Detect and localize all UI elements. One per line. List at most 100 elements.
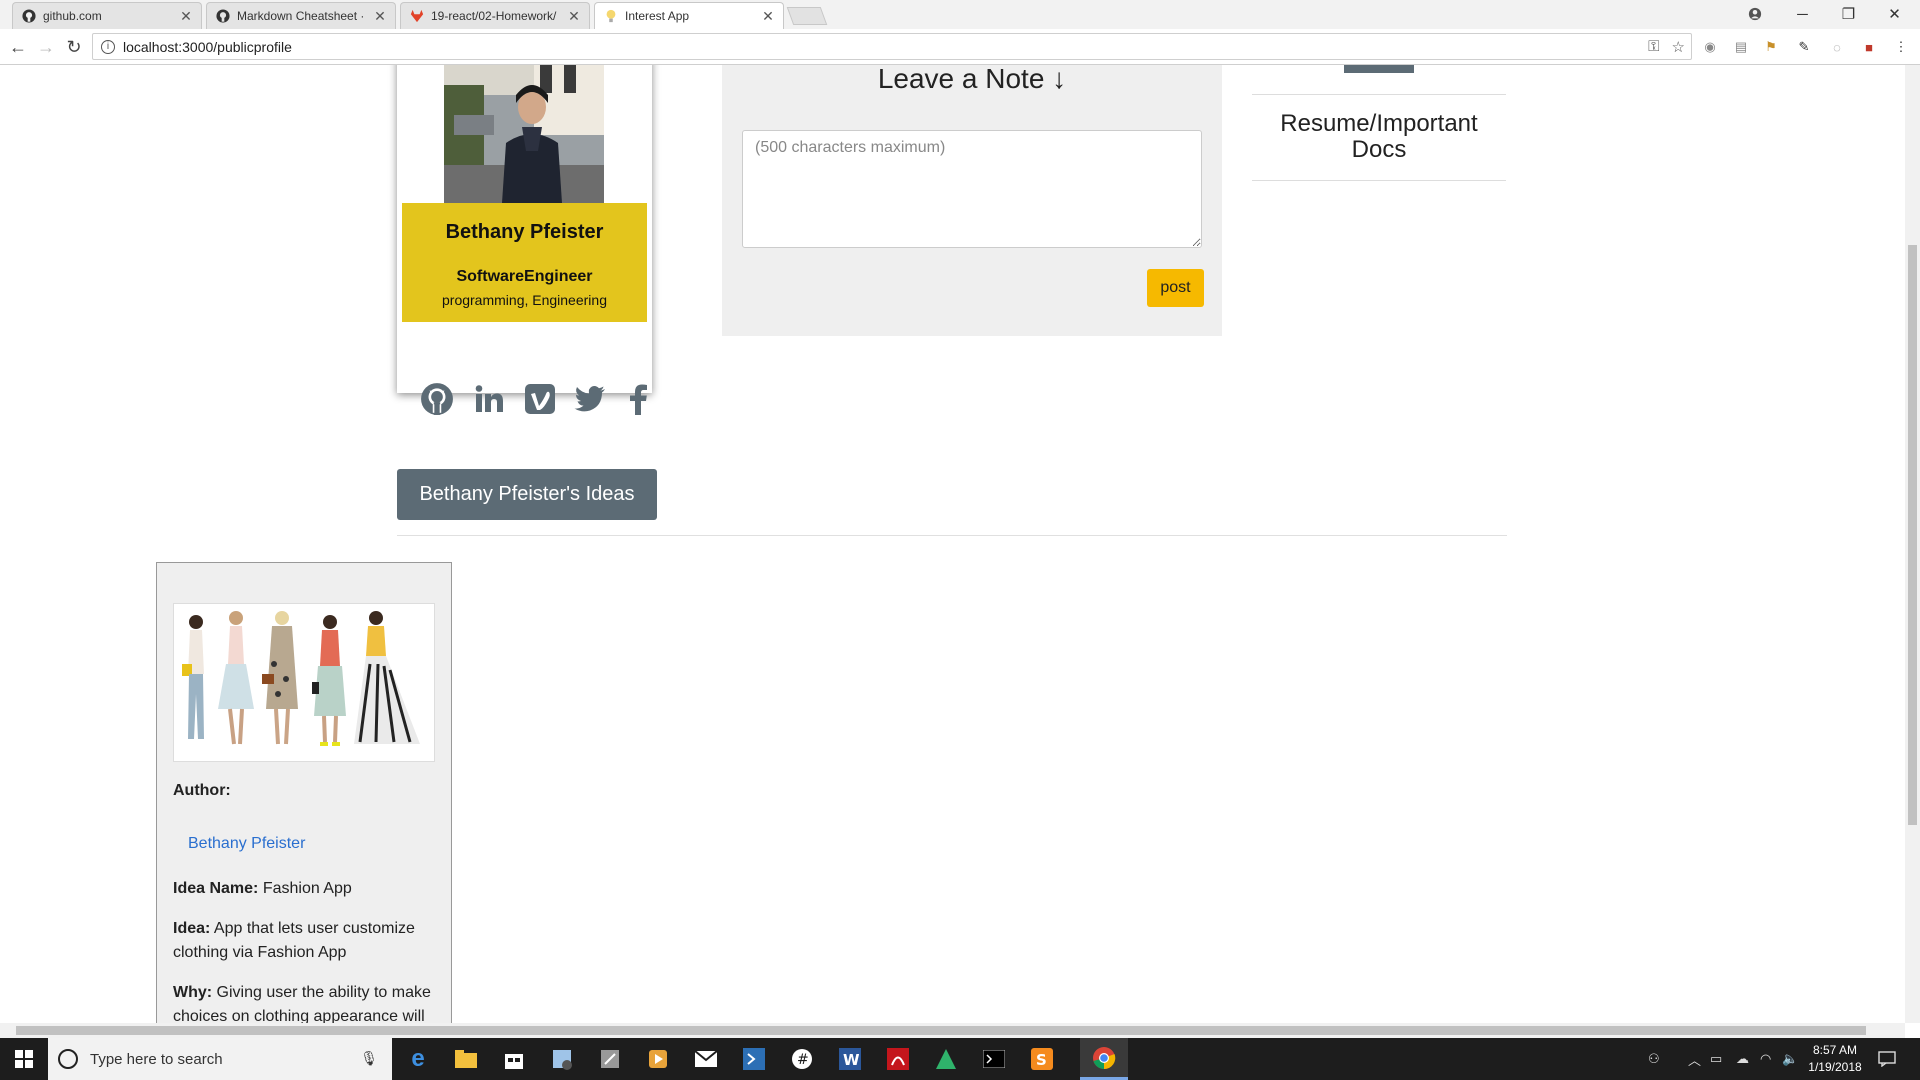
profile-photo [444,65,604,203]
github-icon [215,8,231,24]
idea-image [173,603,435,762]
post-button[interactable]: post [1147,269,1204,307]
word-icon[interactable]: W [826,1038,874,1080]
taskbar-search-box[interactable]: Type here to search 🎙 [48,1038,392,1080]
terminal-icon[interactable] [970,1038,1018,1080]
forward-icon[interactable]: → [34,35,58,59]
media-player-icon[interactable] [634,1038,682,1080]
browser-tab-strip: github.com ✕ Markdown Cheatsheet · ✕ 19-… [0,0,1920,29]
edge-icon[interactable]: e [394,1038,442,1080]
settings-app-icon[interactable] [586,1038,634,1080]
browser-tab-gitlab[interactable]: 19-react/02-Homework/ ✕ [400,2,590,29]
resume-tab-button[interactable] [1344,65,1414,73]
info-icon[interactable]: i [101,39,115,54]
chrome-menu-icon[interactable]: ⋮ [1892,39,1910,55]
reload-icon[interactable]: ↻ [62,35,86,59]
back-icon[interactable]: ← [6,35,30,59]
chrome-icon[interactable] [1080,1038,1128,1080]
onedrive-icon[interactable]: ☁ [1736,1038,1749,1080]
extension-icon[interactable]: ⚑ [1762,39,1780,55]
browser-tab-markdown[interactable]: Markdown Cheatsheet · ✕ [206,2,396,29]
extension-icon[interactable]: ◌ [1828,39,1846,55]
extension-icon[interactable]: ◉ [1701,39,1719,55]
lightbulb-icon [603,8,619,24]
volume-icon[interactable]: 🔈 [1782,1038,1798,1080]
battery-icon[interactable]: ▭ [1710,1038,1722,1080]
vs-code-icon[interactable] [730,1038,778,1080]
resume-link[interactable]: Resume/Important Docs [1252,94,1506,181]
tab-title: Markdown Cheatsheet · [237,9,365,23]
microphone-icon[interactable]: 🎙 [360,1050,378,1067]
horizontal-scrollbar[interactable] [0,1023,1905,1038]
profile-info-panel: Bethany Pfeister SoftwareEngineer progra… [402,203,647,322]
idea-description-row: Idea: App that lets user customize cloth… [173,920,415,961]
github-icon[interactable] [419,380,455,418]
address-bar[interactable]: i localhost:3000/publicprofile ⚿ ☆ [92,33,1692,60]
author-label: Author: [173,782,231,799]
idea-why-row: Why: Giving user the ability to make cho… [173,984,431,1023]
sql-app-icon[interactable] [538,1038,586,1080]
clock-time: 8:57 AM [1812,1043,1858,1057]
browser-tab-github[interactable]: github.com ✕ [12,2,202,29]
svg-text:#: # [797,1052,809,1068]
restore-icon[interactable]: ❐ [1826,0,1871,28]
acrobat-icon[interactable] [874,1038,922,1080]
facebook-icon[interactable] [620,380,656,418]
note-panel: Leave a Note ↓ post [722,65,1222,336]
tab-title: Interest App [625,9,690,23]
action-center-icon[interactable] [1878,1038,1896,1080]
slack-icon[interactable]: # [778,1038,826,1080]
profile-title: SoftwareEngineer [456,268,593,285]
extension-icon[interactable]: ■ [1860,39,1878,55]
gitkraken-icon[interactable] [922,1038,970,1080]
close-tab-icon[interactable]: ✕ [567,8,581,25]
horizontal-scroll-thumb[interactable] [16,1026,1866,1035]
vimeo-icon[interactable] [522,380,558,418]
browser-tab-interest-app[interactable]: Interest App ✕ [594,2,784,29]
section-divider [397,535,1507,536]
new-tab-button[interactable] [786,7,828,25]
idea-name-row: Idea Name: Fashion App [173,880,352,897]
mail-icon[interactable] [682,1038,730,1080]
key-icon[interactable]: ⚿ [1648,38,1659,56]
bookmark-star-icon[interactable]: ☆ [1672,38,1685,56]
note-textarea[interactable] [742,130,1202,248]
close-tab-icon[interactable]: ✕ [761,8,775,25]
twitter-icon[interactable] [572,380,608,418]
close-window-icon[interactable]: ✕ [1872,0,1917,28]
taskbar-search-placeholder: Type here to search [90,1050,223,1068]
close-tab-icon[interactable]: ✕ [373,8,387,25]
taskbar-clock[interactable]: 8:57 AM 1/19/2018 [1800,1042,1870,1076]
vertical-scrollbar[interactable] [1905,65,1920,1023]
browser-toolbar: ← → ↻ i localhost:3000/publicprofile ⚿ ☆… [0,29,1920,65]
clock-date: 1/19/2018 [1808,1060,1862,1074]
github-icon [21,8,37,24]
page-viewport: Bethany Pfeister SoftwareEngineer progra… [0,65,1905,1023]
profile-card: Bethany Pfeister SoftwareEngineer progra… [397,65,652,393]
extension-icon[interactable]: ✎ [1795,39,1813,55]
tab-title: github.com [43,9,102,23]
windows-start-icon[interactable] [0,1038,48,1080]
url-text: localhost:3000/publicprofile [123,38,292,55]
file-explorer-icon[interactable] [442,1038,490,1080]
linkedin-icon[interactable] [471,380,507,418]
svg-text:W: W [843,1051,860,1069]
sublime-text-icon[interactable]: S [1018,1038,1066,1080]
gitlab-icon [409,8,425,24]
show-hidden-icons[interactable]: ︿ [1688,1038,1701,1080]
ideas-button[interactable]: Bethany Pfeister's Ideas [397,469,657,520]
author-link[interactable]: Bethany Pfeister [188,835,305,853]
store-icon[interactable] [490,1038,538,1080]
extension-icon[interactable]: ▤ [1732,39,1750,55]
people-icon[interactable]: ⚇ [1648,1038,1660,1080]
profile-name: Bethany Pfeister [445,221,604,243]
tab-title: 19-react/02-Homework/ [431,9,557,23]
idea-card: Author: Bethany Pfeister Idea Name: Fash… [156,562,452,1023]
profile-icon[interactable] [1732,0,1777,28]
vertical-scroll-thumb[interactable] [1908,245,1917,825]
svg-text:S: S [1036,1051,1047,1069]
minimize-icon[interactable]: ─ [1780,0,1825,28]
wifi-icon[interactable]: ◠ [1760,1038,1771,1080]
close-tab-icon[interactable]: ✕ [179,8,193,25]
cortana-icon [58,1049,78,1069]
